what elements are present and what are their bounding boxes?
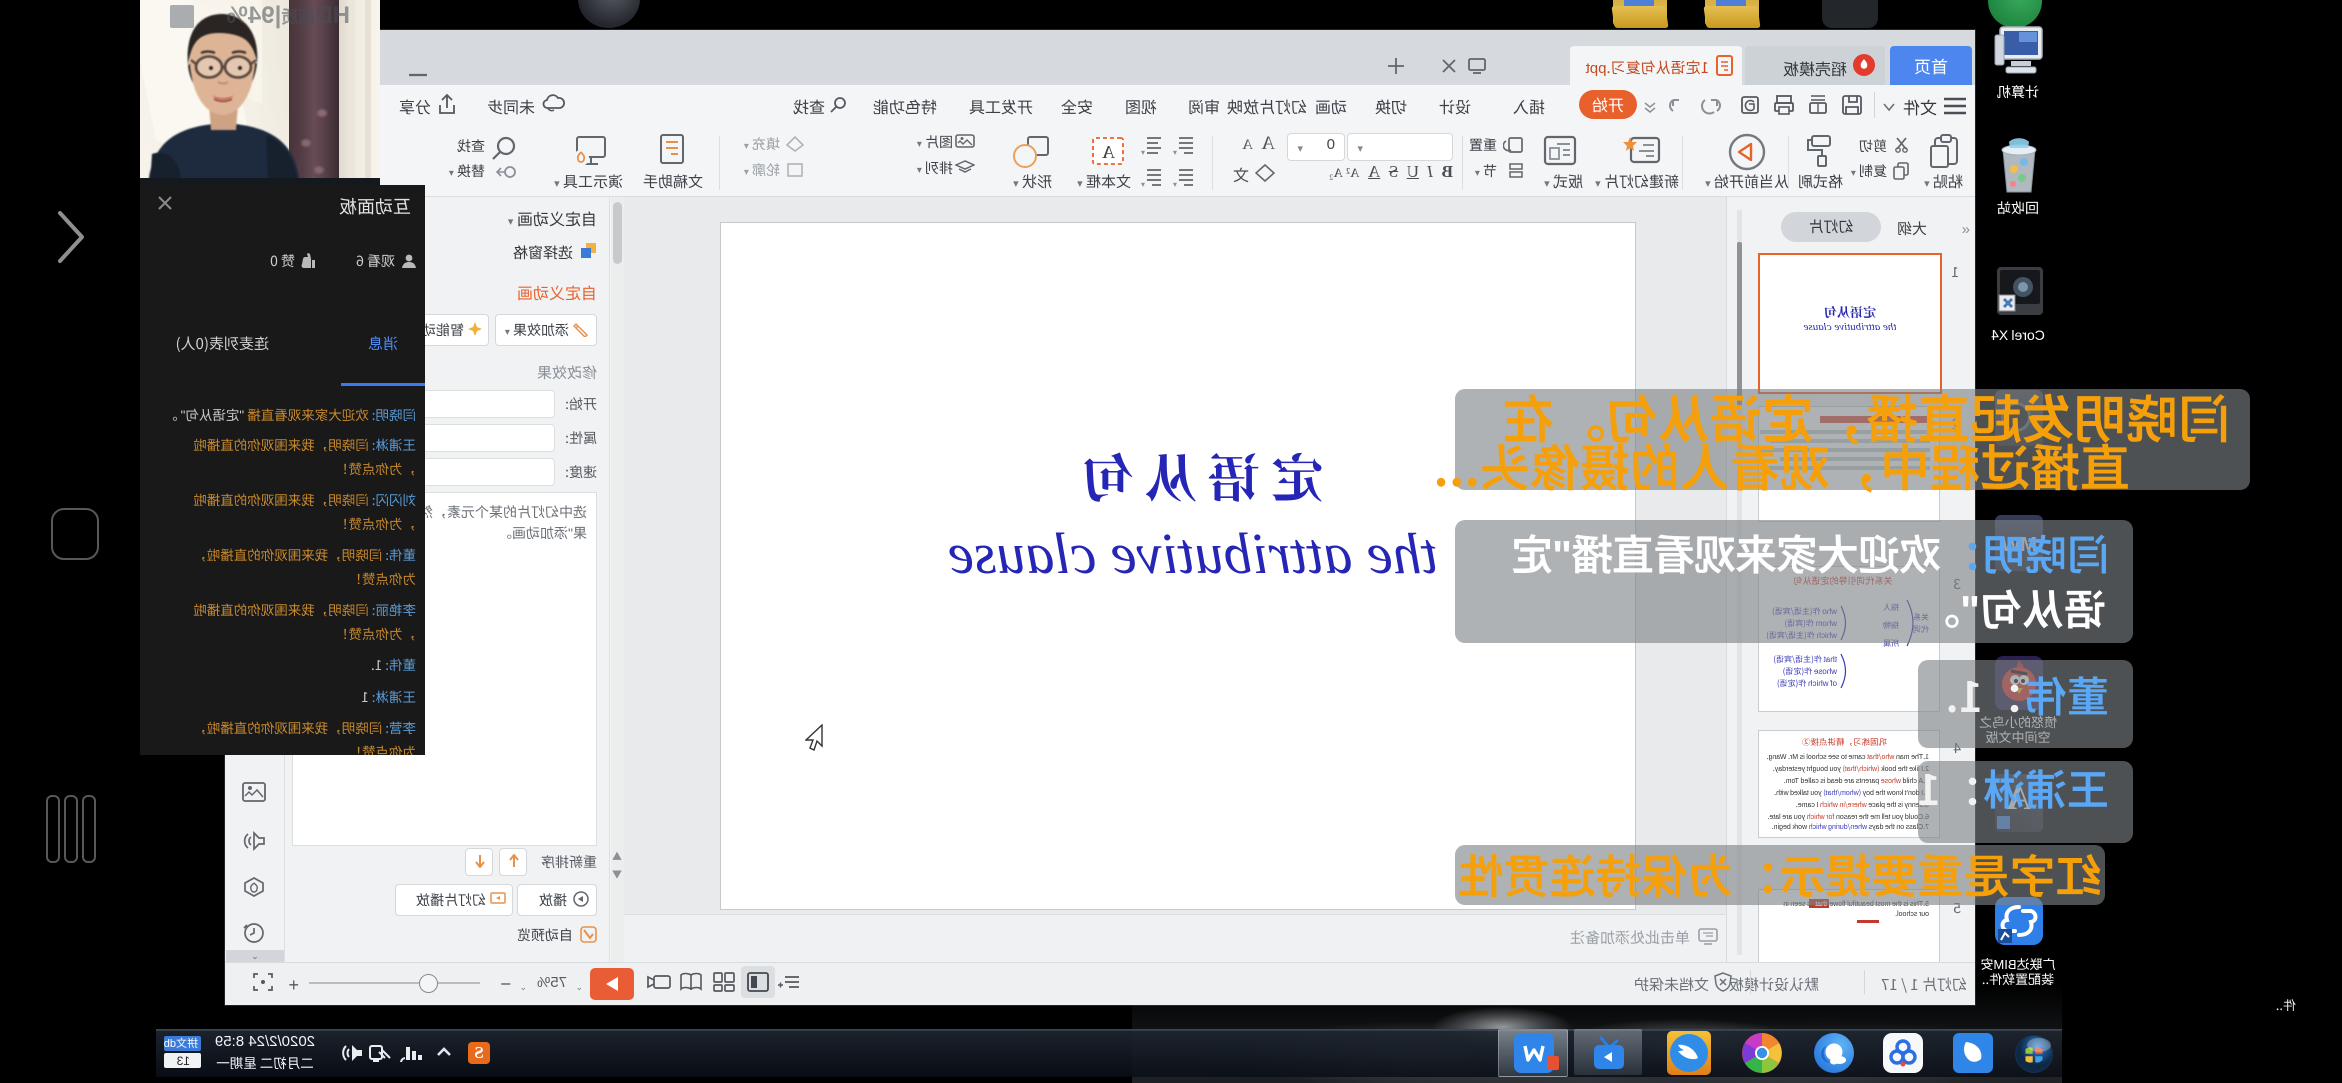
svg-text:our school.: our school. <box>1895 909 1929 919</box>
svg-text:2.I like the book (which/that): 2.I like the book (which/that) you bough… <box>1773 764 1929 774</box>
svg-text:that 作(主语/宾语): that 作(主语/宾语) <box>1773 654 1837 665</box>
svg-text:▾: ▾ <box>1173 179 1177 190</box>
svg-text:4.I don't know the boy (whom/t: 4.I don't know the boy (whom/that) you t… <box>1774 788 1929 798</box>
svg-text:▾: ▾ <box>1141 147 1145 158</box>
svg-text:6.Could you tell me the reason: 6.Could you tell me the reason for which… <box>1767 812 1929 822</box>
svg-text:whose 作(定语): whose 作(定语) <box>1783 666 1838 677</box>
svg-text:▾: ▾ <box>1173 147 1177 158</box>
svg-text:of which 作(定语): of which 作(定语) <box>1777 678 1837 689</box>
svg-text:7.Class on the days when/durin: 7.Class on the days when/during which wo… <box>1772 822 1929 832</box>
svg-text:1.The man who/that came to see: 1.The man who/that came to see school is… <box>1766 752 1929 762</box>
svg-text:▾: ▾ <box>1141 179 1145 190</box>
svg-text:巩固练习，精讲点拨②: 巩固练习，精讲点拨② <box>1801 736 1887 748</box>
svg-text:A: A <box>1102 142 1115 162</box>
svg-text:3.A child whose parents are de: 3.A child whose parents are dead is call… <box>1784 776 1929 786</box>
svg-text:5.Jenny is the place where/in: 5.Jenny is the place where/in which I ca… <box>1796 800 1929 810</box>
